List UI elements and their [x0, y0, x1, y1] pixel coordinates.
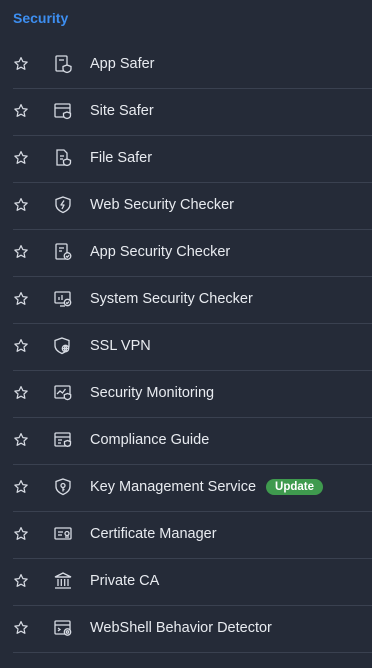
menu-item-label: Private CA: [90, 573, 160, 589]
menu-item-label: Compliance Guide: [90, 432, 210, 448]
section-title: Security: [13, 10, 69, 26]
menu-item-label-text: Key Management Service: [90, 479, 257, 495]
star-icon[interactable]: [13, 244, 29, 260]
menu-item-label: WebShell Behavior Detector: [90, 620, 272, 636]
menu-item-label: App Security Checker: [90, 244, 231, 260]
menu-list: App Safer Site Safer File Safer Web Secu…: [0, 42, 372, 653]
star-icon[interactable]: [13, 385, 29, 401]
menu-item-label: File Safer: [90, 150, 153, 166]
star-icon[interactable]: [13, 620, 29, 636]
menu-item-certificate-manager[interactable]: Certificate Manager: [13, 512, 372, 559]
menu-item-label: System Security Checker: [90, 291, 253, 307]
security-panel: Security App Safer Site Safer File Safer…: [0, 0, 372, 668]
menu-item-label: SSL VPN: [90, 338, 151, 354]
menu-item-compliance-guide[interactable]: Compliance Guide: [13, 418, 372, 465]
menu-item-key-management-service[interactable]: Key Management Service Update: [13, 465, 372, 512]
star-icon[interactable]: [13, 197, 29, 213]
menu-item-private-ca[interactable]: Private CA: [13, 559, 372, 606]
star-icon[interactable]: [13, 526, 29, 542]
app-safer-icon: [53, 54, 73, 74]
webshell-detector-icon: [53, 618, 73, 638]
file-safer-icon: [53, 148, 73, 168]
menu-item-label: Certificate Manager: [90, 526, 217, 542]
menu-item-web-security-checker[interactable]: Web Security Checker: [13, 183, 372, 230]
web-security-checker-icon: [53, 195, 73, 215]
menu-item-label: App Safer: [90, 56, 155, 72]
compliance-guide-icon: [53, 430, 73, 450]
star-icon[interactable]: [13, 291, 29, 307]
menu-item-site-safer[interactable]: Site Safer: [13, 89, 372, 136]
star-icon[interactable]: [13, 103, 29, 119]
menu-item-label: Web Security Checker: [90, 197, 234, 213]
star-icon[interactable]: [13, 573, 29, 589]
key-management-icon: [53, 477, 73, 497]
star-icon[interactable]: [13, 56, 29, 72]
menu-item-ssl-vpn[interactable]: SSL VPN: [13, 324, 372, 371]
certificate-manager-icon: [53, 524, 73, 544]
star-icon[interactable]: [13, 479, 29, 495]
menu-item-file-safer[interactable]: File Safer: [13, 136, 372, 183]
update-badge: Update: [266, 479, 324, 495]
star-icon[interactable]: [13, 150, 29, 166]
star-icon[interactable]: [13, 432, 29, 448]
security-monitoring-icon: [53, 383, 73, 403]
menu-item-label: Site Safer: [90, 103, 154, 119]
star-icon[interactable]: [13, 338, 29, 354]
menu-item-app-safer[interactable]: App Safer: [13, 42, 372, 89]
app-security-checker-icon: [53, 242, 73, 262]
menu-item-security-monitoring[interactable]: Security Monitoring: [13, 371, 372, 418]
menu-item-webshell-behavior-detector[interactable]: WebShell Behavior Detector: [13, 606, 372, 653]
system-security-checker-icon: [53, 289, 73, 309]
menu-item-app-security-checker[interactable]: App Security Checker: [13, 230, 372, 277]
menu-item-label: Security Monitoring: [90, 385, 215, 401]
menu-item-label: Key Management Service Update: [90, 479, 324, 495]
menu-item-system-security-checker[interactable]: System Security Checker: [13, 277, 372, 324]
ssl-vpn-icon: [53, 336, 73, 356]
private-ca-icon: [53, 571, 73, 591]
site-safer-icon: [53, 101, 73, 121]
